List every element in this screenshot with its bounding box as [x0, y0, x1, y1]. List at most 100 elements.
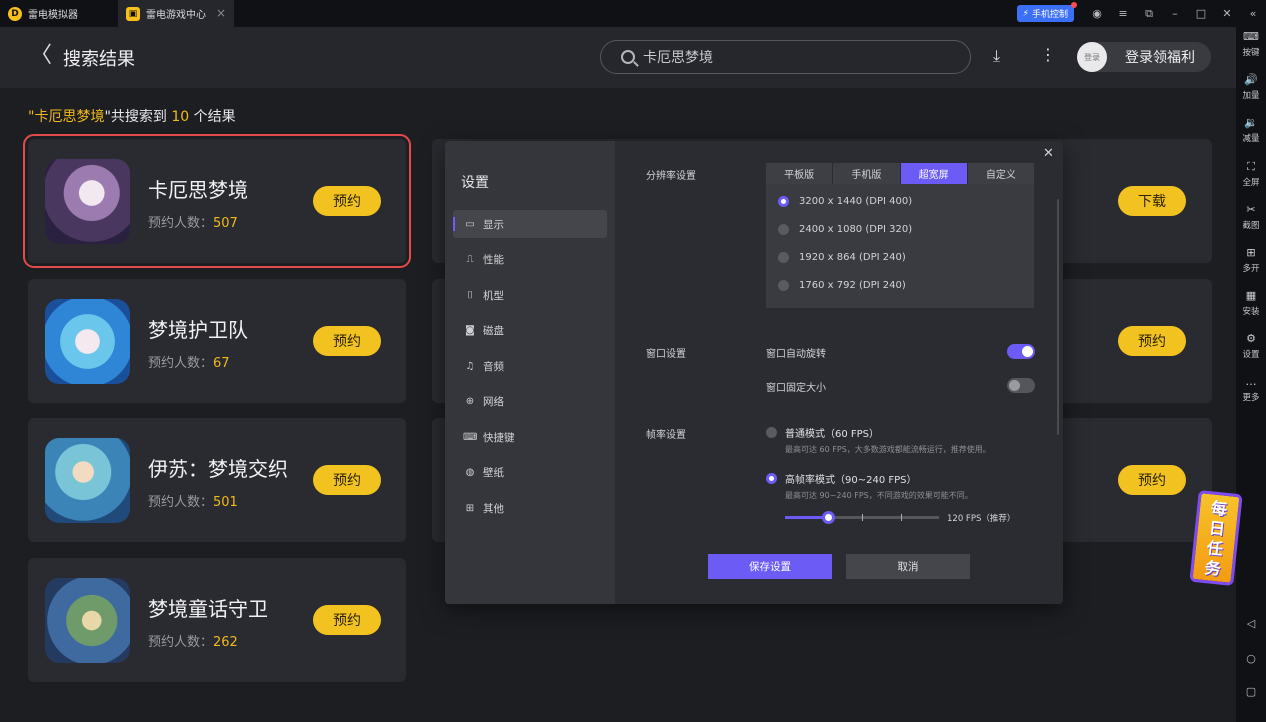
resolution-option[interactable]: 1760 x 792 (DPI 240): [778, 280, 906, 291]
device-icon: ⌷: [467, 289, 473, 301]
reservation-count: 预约人数：67: [148, 356, 230, 371]
radio[interactable]: [766, 427, 777, 438]
user-icon[interactable]: ◉: [1084, 7, 1110, 20]
radio[interactable]: [778, 280, 789, 291]
fps-normal-option[interactable]: 普通模式（60 FPS）: [766, 425, 879, 440]
resolution-label: 分辨率设置: [646, 171, 696, 182]
tab-tablet[interactable]: 平板版: [766, 163, 834, 184]
daily-task-badge[interactable]: 每日任务: [1189, 489, 1243, 587]
save-settings-button[interactable]: 保存设置: [708, 554, 832, 579]
toolbar-install[interactable]: ▦ 安装: [1236, 290, 1266, 318]
game-card[interactable]: 卡厄思梦境 预约人数：507 预约: [23, 134, 411, 268]
settings-nav-performance[interactable]: ⎍ 性能: [453, 245, 607, 273]
window-mode-icon[interactable]: ⧉: [1136, 7, 1162, 21]
tab-custom[interactable]: 自定义: [968, 163, 1034, 184]
nav-recents-icon[interactable]: ▢: [1236, 685, 1266, 698]
radio-selected[interactable]: [778, 196, 789, 207]
toolbar-keymap[interactable]: ⌨ 按键: [1236, 30, 1266, 59]
radio[interactable]: [778, 224, 789, 235]
toolbar-fullscreen[interactable]: ⛶ 全屏: [1236, 161, 1266, 189]
maximize-icon[interactable]: □: [1188, 7, 1214, 20]
login-label: 登录领福利: [1125, 50, 1195, 66]
reserve-button[interactable]: 预约: [1118, 326, 1186, 356]
result-summary: "卡厄思梦境"共搜索到 10 个结果: [28, 109, 236, 125]
search-input[interactable]: [643, 49, 943, 65]
close-icon[interactable]: ✕: [1214, 7, 1240, 20]
radio-selected[interactable]: [766, 473, 777, 484]
nav-back-icon[interactable]: ◁: [1236, 617, 1266, 630]
tab-ultrawide[interactable]: 超宽屏: [900, 163, 968, 184]
toolbar-screenshot[interactable]: ✂ 截图: [1236, 204, 1266, 232]
game-card[interactable]: 伊苏：梦境交织 预约人数：501 预约: [28, 418, 406, 542]
reserve-button[interactable]: 预约: [313, 465, 381, 495]
settings-nav-wallpaper[interactable]: ◍ 壁纸: [453, 458, 607, 486]
settings-nav-disk[interactable]: ◙ 磁盘: [453, 316, 607, 344]
tab-close-icon[interactable]: ×: [216, 6, 226, 20]
download-icon[interactable]: ⤓: [993, 46, 1000, 66]
settings-nav-device[interactable]: ⌷ 机型: [453, 281, 607, 309]
nav-home-icon[interactable]: ○: [1236, 652, 1266, 665]
search-box[interactable]: [600, 40, 971, 74]
fps-slider[interactable]: [785, 511, 939, 524]
globe-icon: ⊕: [465, 395, 475, 407]
fixed-size-label: 窗口固定大小: [766, 383, 826, 394]
dialog-close-icon[interactable]: ✕: [1043, 146, 1054, 161]
resolution-tabs: 平板版 手机版 超宽屏 自定义: [766, 163, 1034, 184]
fps-label: 帧率设置: [646, 430, 686, 441]
fps-high-option[interactable]: 高帧率模式（90~240 FPS）: [766, 471, 917, 486]
multi-instance-icon: ⊞: [1246, 246, 1256, 259]
resolution-option[interactable]: 3200 x 1440 (DPI 400): [778, 196, 912, 207]
keyboard-icon: ⌨: [1243, 30, 1259, 43]
game-card[interactable]: 梦境童话守卫 预约人数：262 预约: [28, 558, 406, 682]
audio-icon: ♫: [465, 360, 475, 372]
minimize-icon[interactable]: –: [1162, 7, 1188, 20]
result-count: 10: [171, 109, 190, 125]
tab-game-center[interactable]: ▣ 雷电游戏中心 ×: [118, 0, 234, 27]
avatar: 登录: [1077, 42, 1107, 72]
slider-handle[interactable]: [822, 511, 836, 524]
settings-nav-network[interactable]: ⊕ 网络: [453, 387, 607, 415]
tab-emulator[interactable]: D 雷电模拟器: [0, 0, 118, 27]
settings-nav-display[interactable]: ▭ 显示: [453, 210, 607, 238]
tab-phone[interactable]: 手机版: [833, 163, 901, 184]
window-label: 窗口设置: [646, 349, 686, 360]
reserve-button[interactable]: 预约: [313, 186, 381, 216]
settings-nav-audio[interactable]: ♫ 音频: [453, 352, 607, 380]
cancel-button[interactable]: 取消: [846, 554, 970, 579]
slider-tick: [901, 514, 902, 521]
reserve-button[interactable]: 预约: [313, 326, 381, 356]
reservation-count: 预约人数：501: [148, 495, 238, 510]
collapse-sidebar-icon[interactable]: «: [1240, 7, 1266, 20]
reserve-button[interactable]: 预约: [1118, 465, 1186, 495]
menu-icon[interactable]: ≡: [1110, 7, 1136, 20]
game-name: 伊苏：梦境交织: [148, 457, 288, 481]
fps-high-desc: 最高可达 90~240 FPS，不同游戏的效果可能不同。: [785, 491, 973, 500]
toolbar-volume-down[interactable]: 🔉 减量: [1236, 117, 1266, 145]
more-vertical-icon[interactable]: ⋮: [1040, 45, 1056, 64]
scrollbar[interactable]: [1057, 199, 1059, 435]
download-button[interactable]: 下载: [1118, 186, 1186, 216]
toolbar-volume-up[interactable]: 🔊 加量: [1236, 74, 1266, 102]
game-icon-image: [45, 438, 130, 523]
game-name: 卡厄思梦境: [148, 178, 248, 202]
toolbar-settings[interactable]: ⚙ 设置: [1236, 333, 1266, 361]
toolbar-more[interactable]: … 更多: [1236, 376, 1266, 404]
game-icon-image: [45, 578, 130, 663]
reserve-button[interactable]: 预约: [313, 605, 381, 635]
auto-rotate-toggle[interactable]: [1007, 344, 1035, 359]
settings-nav-other[interactable]: ⊞ 其他: [453, 494, 607, 522]
back-arrow-icon[interactable]: 〈: [30, 45, 52, 67]
resolution-option[interactable]: 2400 x 1080 (DPI 320): [778, 224, 912, 235]
slider-tick: [862, 514, 863, 521]
game-name: 梦境护卫队: [148, 318, 248, 342]
settings-nav-shortcuts[interactable]: ⌨ 快捷键: [453, 423, 607, 451]
resolution-option[interactable]: 1920 x 864 (DPI 240): [778, 252, 906, 263]
toolbar-multi-instance[interactable]: ⊞ 多开: [1236, 246, 1266, 275]
login-button[interactable]: 登录 登录领福利: [1077, 42, 1211, 72]
fixed-size-toggle[interactable]: [1007, 378, 1035, 393]
game-center-logo-icon: ▣: [126, 6, 140, 21]
game-card[interactable]: 梦境护卫队 预约人数：67 预约: [28, 279, 406, 403]
phone-control-button[interactable]: ⚡ 手机控制: [1016, 2, 1077, 22]
shortcut-icon: ⌨: [463, 431, 478, 443]
radio[interactable]: [778, 252, 789, 263]
